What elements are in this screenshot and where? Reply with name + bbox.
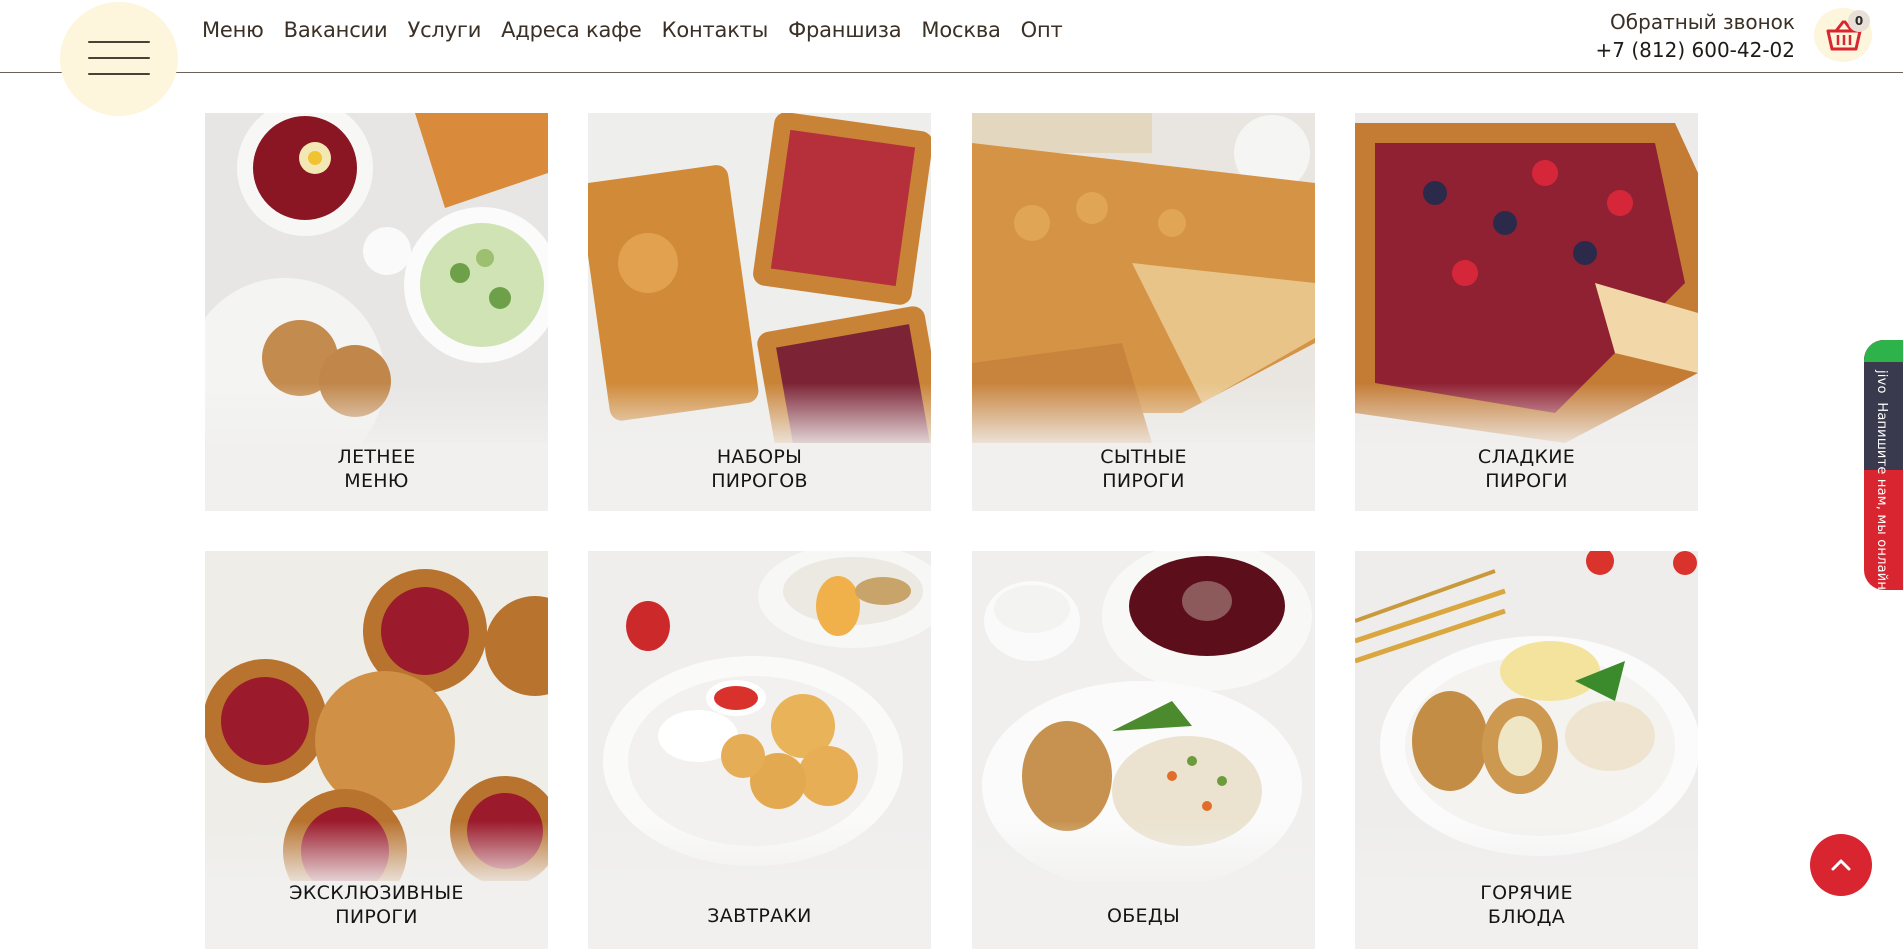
callback-link[interactable]: Обратный звонок <box>1596 8 1795 36</box>
scroll-to-top-button[interactable] <box>1810 834 1872 896</box>
category-label: ЛЕТНЕЕ МЕНЮ <box>337 446 416 492</box>
nav-link-services[interactable]: Услуги <box>397 0 491 60</box>
category-card-pie-sets[interactable]: НАБОРЫ ПИРОГОВ <box>588 113 931 511</box>
nav-link-contacts[interactable]: Контакты <box>652 0 779 60</box>
chevron-up-icon <box>1831 859 1851 871</box>
category-card-summer-menu[interactable]: ЛЕТНЕЕ МЕНЮ <box>205 113 548 511</box>
category-card-exclusive-pies[interactable]: ЭКСКЛЮЗИВНЫЕ ПИРОГИ <box>205 551 548 949</box>
category-label: СЫТНЫЕ ПИРОГИ <box>1100 446 1187 492</box>
cart-count-badge: 0 <box>1848 10 1870 32</box>
category-card-savory-pies[interactable]: СЫТНЫЕ ПИРОГИ <box>972 113 1315 511</box>
nav-link-franchise[interactable]: Франшиза <box>778 0 911 60</box>
category-label: СЛАДКИЕ ПИРОГИ <box>1477 446 1576 492</box>
category-label: ОБЕДЫ <box>1106 905 1181 927</box>
nav-link-menu[interactable]: Меню <box>192 0 274 60</box>
category-card-hot-dishes[interactable]: ГОРЯЧИЕ БЛЮДА <box>1355 551 1698 949</box>
online-chat-label: jivo Напишите нам, мы онлайн! <box>1874 370 1889 590</box>
nav-link-wholesale[interactable]: Опт <box>1011 0 1073 60</box>
category-card-lunches[interactable]: ОБЕДЫ <box>972 551 1315 949</box>
nav-link-vacancies[interactable]: Вакансии <box>274 0 398 60</box>
callback-block: Обратный звонок +7 (812) 600-42-02 <box>1596 8 1795 64</box>
category-label: НАБОРЫ ПИРОГОВ <box>711 446 808 492</box>
phone-number[interactable]: +7 (812) 600-42-02 <box>1596 36 1795 64</box>
category-label: ЭКСКЛЮЗИВНЫЕ ПИРОГИ <box>289 882 464 928</box>
main-nav: Меню Вакансии Услуги Адреса кафе Контакт… <box>192 0 1073 60</box>
category-card-breakfasts[interactable]: ЗАВТРАКИ <box>588 551 931 949</box>
jivo-brand-label: jivo <box>1874 370 1889 394</box>
hamburger-menu-icon[interactable] <box>60 2 178 116</box>
nav-link-city[interactable]: Москва <box>911 0 1010 60</box>
category-card-sweet-pies[interactable]: СЛАДКИЕ ПИРОГИ <box>1355 113 1698 511</box>
nav-link-cafe-addresses[interactable]: Адреса кафе <box>491 0 651 60</box>
category-label: ГОРЯЧИЕ БЛЮДА <box>1480 882 1573 928</box>
category-label: ЗАВТРАКИ <box>707 905 812 927</box>
online-chat-tab[interactable]: jivo Напишите нам, мы онлайн! <box>1864 340 1903 590</box>
